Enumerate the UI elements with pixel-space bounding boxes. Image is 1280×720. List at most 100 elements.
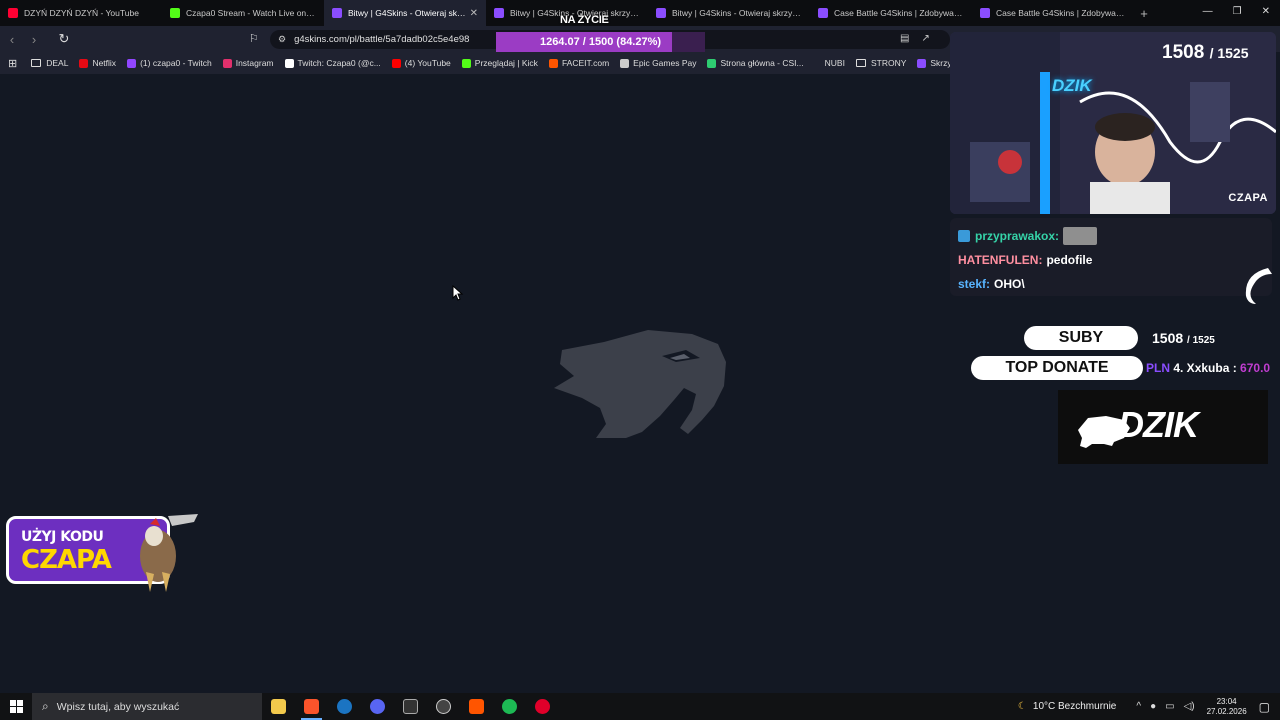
maximize-icon[interactable]: ❐ xyxy=(1233,6,1242,17)
windows-taskbar: ⌕ Wpisz tutaj, aby wyszukać ☾ 10°C Bezch… xyxy=(0,693,1280,720)
discord-app[interactable] xyxy=(361,693,394,720)
bookmark-icon[interactable]: ⚐ xyxy=(249,32,259,45)
bookmark-epic-games[interactable]: Epic Games Pay xyxy=(620,58,696,68)
bookmark-netflix[interactable]: Netflix xyxy=(79,58,116,68)
instagram-icon xyxy=(222,58,232,68)
opera-gx-icon xyxy=(535,699,550,714)
bookmark-youtube[interactable]: (4) YouTube xyxy=(391,58,451,68)
bookmark-folder-deal[interactable]: DEAL xyxy=(31,58,68,68)
clock[interactable]: 23:04 27.02.2026 xyxy=(1207,697,1247,717)
share-icon[interactable]: ↗ xyxy=(921,33,929,44)
tab-case-battle[interactable]: Case Battle G4Skins | Zdobywaj skiny xyxy=(810,0,972,26)
promo-line-1: UŻYJ KODU xyxy=(21,529,104,545)
reload-icon[interactable]: ↻ xyxy=(54,31,74,47)
close-tab-icon[interactable]: ✕ xyxy=(470,8,478,19)
mouse-cursor-icon xyxy=(452,285,464,301)
window-controls: — ❐ ✕ xyxy=(1203,6,1270,17)
taskbar-search[interactable]: ⌕ Wpisz tutaj, aby wyszukać xyxy=(32,693,262,720)
epic-games-icon xyxy=(620,58,630,68)
sponsor-text: DZIK xyxy=(1118,404,1199,445)
new-tab-button[interactable]: + xyxy=(1134,6,1154,21)
bookmark-nubi[interactable]: NUBI xyxy=(825,58,845,68)
goal-progress-text: 1264.07 / 1500 (84.27%) xyxy=(539,36,662,48)
spotify-app[interactable] xyxy=(493,693,526,720)
top-donate-label: TOP DONATE xyxy=(971,356,1143,380)
brave-icon xyxy=(304,699,319,714)
reader-icon[interactable]: ▤ xyxy=(900,33,909,44)
tab-case-battle[interactable]: Case Battle G4Skins | Zdobywaj skiny xyxy=(972,0,1134,26)
faceit-icon xyxy=(548,58,558,68)
network-icon[interactable]: ▭ xyxy=(1165,701,1174,712)
csi-icon xyxy=(707,58,717,68)
obs-app[interactable] xyxy=(427,693,460,720)
tab-youtube[interactable]: DZYŃ DZYŃ DZYŃ - YouTube xyxy=(0,0,162,26)
bookmark-folder-strony[interactable]: STRONY xyxy=(855,58,906,68)
bookmark-faceit[interactable]: FACEIT.com xyxy=(548,58,609,68)
start-button[interactable] xyxy=(0,693,32,720)
webcam-brand: DZIK xyxy=(1052,76,1092,95)
tab-title: Case Battle G4Skins | Zdobywaj skiny xyxy=(996,8,1126,18)
url-text: g4skins.com/pl/battle/5a7dadb02c5e4e98 xyxy=(294,34,470,45)
steam-icon xyxy=(337,699,352,714)
g4skins-icon xyxy=(818,8,828,18)
back-icon[interactable]: ‹ xyxy=(2,32,22,47)
chat-badge-icon xyxy=(958,230,970,242)
minimize-icon[interactable]: — xyxy=(1203,6,1213,17)
opera-gx-app[interactable] xyxy=(526,693,559,720)
faceit-app[interactable] xyxy=(460,693,493,720)
sponsor-banner: DZIK xyxy=(1058,390,1268,464)
bookmark-csi[interactable]: Strona główna - CSI... xyxy=(707,58,804,68)
g4skins-icon xyxy=(917,58,927,68)
rooster-mascot-icon xyxy=(140,514,198,592)
spotify-icon xyxy=(502,699,517,714)
promo-code: CZAPA xyxy=(21,545,112,575)
folder-icon xyxy=(271,699,286,714)
tab-kick[interactable]: Czapa0 Stream - Watch Live on Kick xyxy=(162,0,324,26)
subs-counter: 1508 / 1525 xyxy=(1152,330,1215,346)
site-settings-icon[interactable]: ⚙ xyxy=(278,34,286,45)
microphone-icon[interactable]: ● xyxy=(1150,701,1156,712)
chevron-up-icon[interactable]: ^ xyxy=(1136,701,1141,712)
search-icon: ⌕ xyxy=(42,699,49,713)
epic-games-icon xyxy=(403,699,418,714)
steam-app[interactable] xyxy=(328,693,361,720)
tab-g4skins-active[interactable]: Bitwy | G4Skins - Otwieraj skrzynki CS2 … xyxy=(324,0,486,26)
chat-message: przyprawakox: xyxy=(958,224,1264,248)
clock-time: 23:04 xyxy=(1216,696,1237,706)
webcam-feed: DZIK 1508 / 1525 CZAPA xyxy=(950,32,1276,214)
crescent-icon xyxy=(1245,268,1272,304)
folder-icon xyxy=(855,59,866,67)
g4skins-panther-logo-icon xyxy=(554,330,726,438)
close-window-icon[interactable]: ✕ xyxy=(1262,6,1270,17)
tab-title: Czapa0 Stream - Watch Live on Kick xyxy=(186,8,316,18)
youtube-icon xyxy=(391,58,401,68)
bookmark-twitch[interactable]: (1) czapa0 - Twitch xyxy=(127,58,212,68)
chat-emote-icon xyxy=(1063,227,1098,245)
apps-grid-icon[interactable]: ⊞ xyxy=(8,57,17,70)
twitch-icon xyxy=(127,58,137,68)
tab-title: Case Battle G4Skins | Zdobywaj skiny xyxy=(834,8,964,18)
chat-overlay: przyprawakox: HATENFULEN: pedofile stekf… xyxy=(950,218,1272,296)
forward-icon[interactable]: › xyxy=(24,32,44,47)
goal-progress-bar: 1264.07 / 1500 (84.27%) xyxy=(496,32,705,52)
webcam-name: CZAPA xyxy=(1228,192,1268,204)
g4skins-icon xyxy=(494,8,504,18)
chat-message: stekf: OHO\ xyxy=(958,272,1264,296)
netflix-icon xyxy=(79,58,89,68)
notification-icon[interactable]: ▢ xyxy=(1259,700,1270,714)
folder-icon xyxy=(31,59,42,67)
kick-icon xyxy=(170,8,180,18)
bookmark-kick[interactable]: Przeglądaj | Kick xyxy=(461,58,538,68)
weather-widget[interactable]: ☾ 10°C Bezchmurnie xyxy=(1018,701,1116,712)
tab-g4skins[interactable]: Bitwy | G4Skins - Otwieraj skrzynki CS2 xyxy=(648,0,810,26)
brave-browser-app[interactable] xyxy=(295,693,328,720)
file-explorer-app[interactable] xyxy=(262,693,295,720)
bookmark-instagram[interactable]: Instagram xyxy=(222,58,274,68)
volume-icon[interactable]: ◁) xyxy=(1184,701,1195,712)
g4skins-icon xyxy=(656,8,666,18)
epic-games-app[interactable] xyxy=(394,693,427,720)
bookmark-tiktok[interactable]: Twitch: Czapa0 (@c... xyxy=(284,58,381,68)
youtube-icon xyxy=(8,8,18,18)
bookmark-skrzynki[interactable]: Skrzynki CS... xyxy=(917,58,950,68)
discord-icon xyxy=(370,699,385,714)
